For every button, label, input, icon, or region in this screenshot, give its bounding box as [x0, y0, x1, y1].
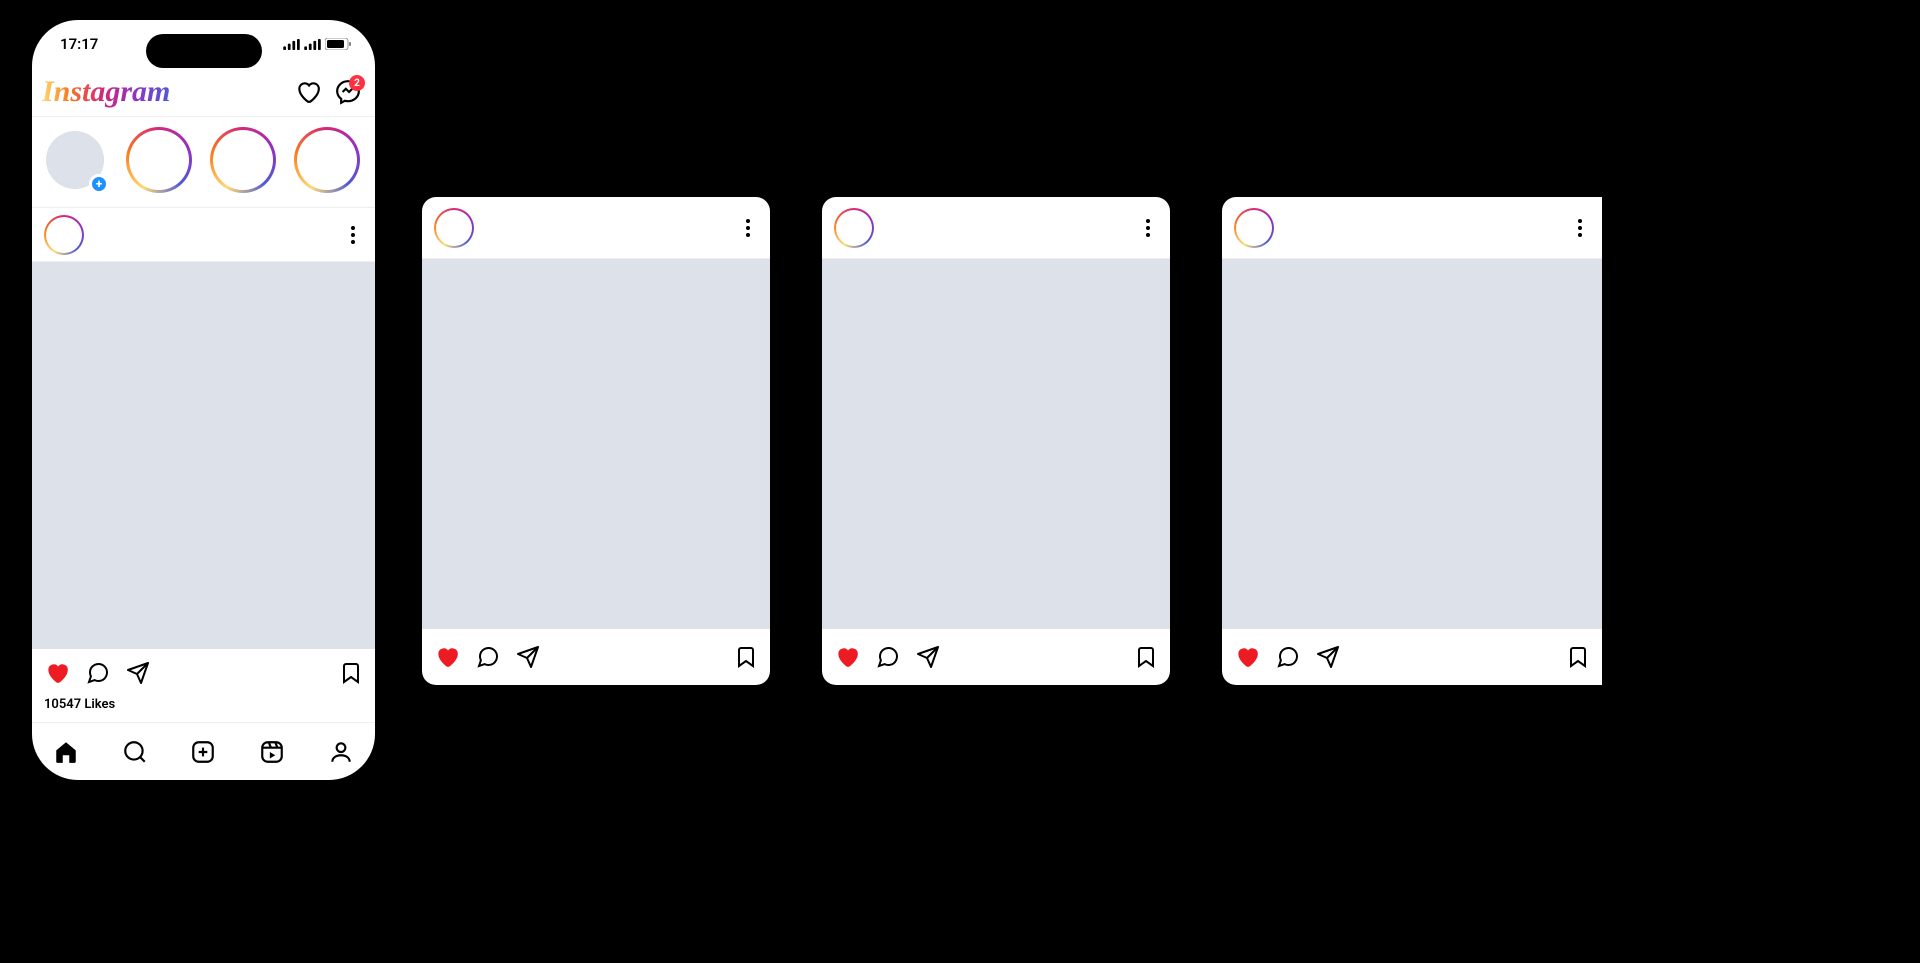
plus-square-icon — [190, 739, 216, 765]
share-button[interactable] — [516, 645, 540, 669]
comment-button[interactable] — [1276, 645, 1300, 669]
avatar-placeholder — [213, 130, 273, 190]
post-card — [1222, 197, 1602, 685]
save-button[interactable] — [734, 645, 758, 669]
save-button[interactable] — [1134, 645, 1158, 669]
phone-volume-up — [16, 226, 20, 282]
dynamic-island — [146, 34, 262, 68]
story-item[interactable] — [294, 127, 360, 193]
post-image[interactable] — [32, 262, 375, 649]
nav-home[interactable] — [53, 739, 79, 765]
share-button[interactable] — [1316, 645, 1340, 669]
home-icon — [53, 739, 79, 765]
post-author-avatar[interactable] — [834, 208, 874, 248]
heart-filled-icon — [1234, 644, 1260, 670]
post-author-avatar[interactable] — [434, 208, 474, 248]
status-indicators — [283, 38, 351, 50]
bookmark-icon — [1566, 645, 1590, 669]
comment-icon — [86, 661, 110, 685]
post-actions — [422, 629, 770, 685]
comment-button[interactable] — [86, 661, 110, 685]
profile-icon — [328, 739, 354, 765]
likes-count[interactable]: 10547 Likes — [32, 697, 375, 722]
nav-profile[interactable] — [328, 739, 354, 765]
save-button[interactable] — [1566, 645, 1590, 669]
add-story-icon: + — [89, 174, 109, 194]
send-icon — [1316, 645, 1340, 669]
post-author-avatar[interactable] — [44, 215, 84, 255]
heart-filled-icon — [434, 644, 460, 670]
reels-icon — [259, 739, 285, 765]
post-actions — [32, 649, 375, 697]
post-header — [422, 197, 770, 259]
comment-button[interactable] — [876, 645, 900, 669]
heart-filled-icon — [834, 644, 860, 670]
like-button[interactable] — [434, 644, 460, 670]
comment-icon — [476, 645, 500, 669]
nav-create[interactable] — [190, 739, 216, 765]
heart-icon — [295, 79, 321, 105]
story-item[interactable] — [126, 127, 192, 193]
post-header — [822, 197, 1170, 259]
like-button[interactable] — [1234, 644, 1260, 670]
post-more-button[interactable] — [1570, 219, 1590, 237]
post-image[interactable] — [1222, 259, 1602, 629]
bookmark-icon — [734, 645, 758, 669]
nav-search[interactable] — [122, 739, 148, 765]
app-header: Instagram 2 — [32, 68, 375, 116]
post-author-avatar[interactable] — [1234, 208, 1274, 248]
signal-icon — [283, 39, 300, 50]
save-button[interactable] — [339, 661, 363, 685]
like-button[interactable] — [834, 644, 860, 670]
post-more-button[interactable] — [343, 226, 363, 244]
post-more-button[interactable] — [738, 219, 758, 237]
signal-icon — [304, 39, 321, 50]
share-button[interactable] — [916, 645, 940, 669]
phone-mute-switch — [16, 168, 20, 200]
post-header — [1222, 197, 1602, 259]
like-button[interactable] — [44, 660, 70, 686]
bookmark-icon — [339, 661, 363, 685]
comment-button[interactable] — [476, 645, 500, 669]
post-image[interactable] — [822, 259, 1170, 629]
nav-reels[interactable] — [259, 739, 285, 765]
phone-volume-down — [16, 298, 20, 354]
messages-badge: 2 — [349, 75, 365, 91]
stories-tray[interactable]: + — [32, 116, 375, 208]
phone-frame: 17:17 Instagram 2 — [20, 8, 387, 792]
share-button[interactable] — [126, 661, 150, 685]
bookmark-icon — [1134, 645, 1158, 669]
comment-icon — [1276, 645, 1300, 669]
post-more-button[interactable] — [1138, 219, 1158, 237]
status-time: 17:17 — [60, 35, 98, 53]
post-actions — [822, 629, 1170, 685]
comment-icon — [876, 645, 900, 669]
post-header — [32, 208, 375, 262]
send-icon — [516, 645, 540, 669]
avatar-placeholder — [297, 130, 357, 190]
send-icon — [126, 661, 150, 685]
instagram-logo[interactable]: Instagram — [42, 75, 170, 109]
messages-button[interactable]: 2 — [335, 79, 361, 105]
activity-button[interactable] — [295, 79, 321, 105]
avatar-placeholder — [129, 130, 189, 190]
post-image[interactable] — [422, 259, 770, 629]
story-item[interactable] — [210, 127, 276, 193]
your-story[interactable]: + — [42, 127, 108, 193]
heart-filled-icon — [44, 660, 70, 686]
phone-screen: 17:17 Instagram 2 — [32, 20, 375, 780]
post-card — [822, 197, 1170, 685]
search-icon — [122, 739, 148, 765]
send-icon — [916, 645, 940, 669]
battery-icon — [325, 38, 351, 50]
phone-power-button — [387, 256, 391, 352]
post-actions — [1222, 629, 1602, 685]
bottom-nav — [32, 722, 375, 780]
post-card — [422, 197, 770, 685]
